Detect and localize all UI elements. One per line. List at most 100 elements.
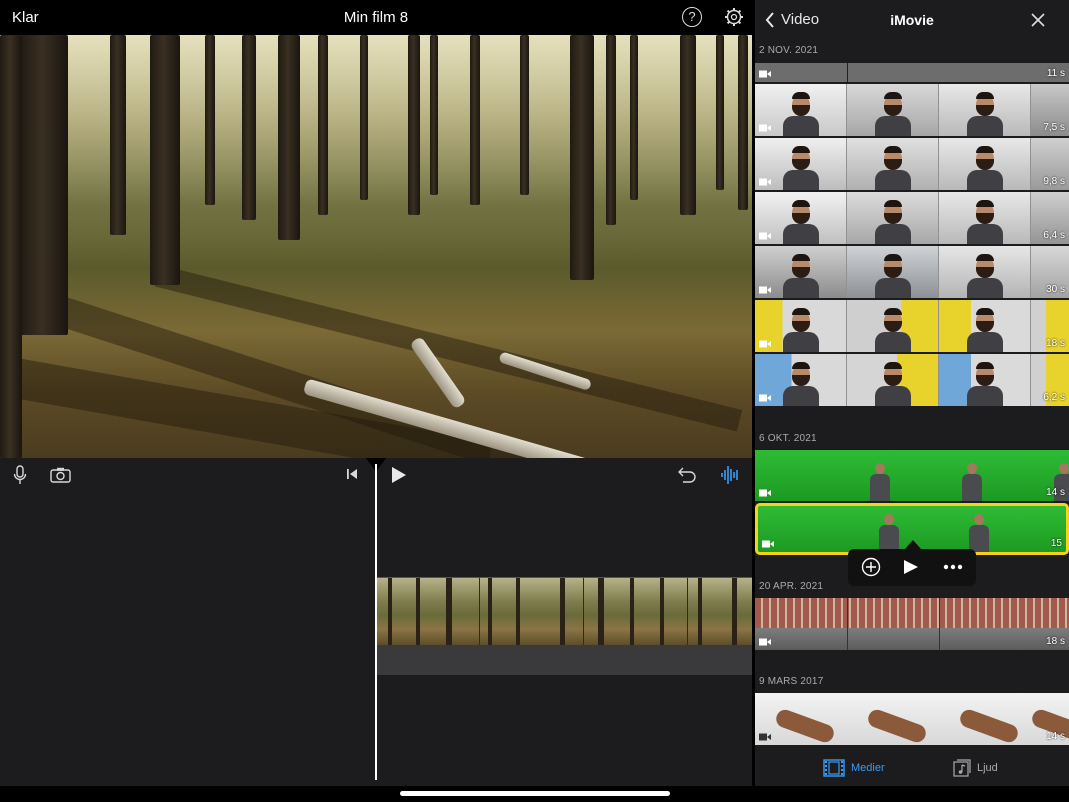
- tree-trunk: [408, 35, 420, 215]
- tree-trunk: [738, 35, 748, 210]
- person-thumbnail: [782, 306, 819, 352]
- microphone-icon[interactable]: [13, 465, 27, 485]
- clip-frame: [376, 578, 480, 645]
- tree-trunk: [278, 35, 300, 240]
- video-camera-icon: [762, 540, 774, 548]
- person-thumbnail: [869, 463, 891, 501]
- video-camera-icon: [759, 286, 771, 294]
- tree-trunk: [570, 35, 594, 280]
- tree-trunk: [0, 35, 22, 458]
- playhead[interactable]: [375, 464, 377, 780]
- music-note-icon: [953, 759, 971, 777]
- home-indicator[interactable]: [400, 791, 670, 796]
- person-thumbnail: [782, 90, 819, 136]
- tree-trunk: [20, 35, 68, 335]
- person-thumbnail: [782, 198, 819, 244]
- clip-row[interactable]: 18 s: [755, 598, 1069, 650]
- gear-icon[interactable]: [724, 7, 744, 27]
- person-thumbnail: [874, 198, 911, 244]
- clip-duration: 30 s: [1046, 284, 1065, 295]
- tree-trunk: [470, 35, 480, 205]
- person-thumbnail: [874, 306, 911, 352]
- tree-trunk: [680, 35, 696, 215]
- clip-row[interactable]: 18 s: [755, 300, 1069, 352]
- section-date: 6 OKT. 2021: [759, 433, 817, 444]
- browser-tab-bar: Medier Ljud: [755, 745, 1069, 786]
- audio-waveform-icon[interactable]: [721, 465, 739, 485]
- help-button[interactable]: ?: [682, 7, 702, 27]
- video-camera-icon: [759, 70, 771, 78]
- section-date: 20 APR. 2021: [759, 581, 824, 592]
- person-thumbnail: [874, 90, 911, 136]
- camera-icon[interactable]: [50, 467, 71, 483]
- video-camera-icon: [759, 394, 771, 402]
- tab-media-label: Medier: [851, 762, 885, 774]
- tab-audio-label: Ljud: [977, 762, 998, 774]
- media-browser-header: Video iMovie: [755, 0, 1069, 40]
- person-thumbnail: [874, 360, 911, 406]
- add-icon[interactable]: [861, 557, 881, 577]
- editor-top-bar: Klar Min film 8 ?: [0, 0, 752, 35]
- video-camera-icon: [759, 340, 771, 348]
- undo-icon[interactable]: [677, 466, 697, 483]
- tree-trunk: [242, 35, 256, 220]
- clip-row[interactable]: 9,8 s: [755, 138, 1069, 190]
- clip-duration: 11 s: [1046, 68, 1065, 79]
- video-camera-icon: [759, 232, 771, 240]
- section-date: 9 MARS 2017: [759, 676, 824, 687]
- tree-trunk: [318, 35, 328, 215]
- person-thumbnail: [966, 90, 1003, 136]
- clip-action-popover: [848, 549, 976, 586]
- play-icon[interactable]: [903, 559, 919, 575]
- person-thumbnail: [966, 144, 1003, 190]
- clip-frame: [584, 578, 688, 645]
- clip-duration: 6,2 s: [1043, 392, 1065, 403]
- tree-trunk: [630, 35, 638, 200]
- video-preview-viewer[interactable]: [0, 35, 752, 458]
- clip-duration: 6,4 s: [1043, 230, 1065, 241]
- person-thumbnail: [968, 514, 990, 552]
- tree-trunk: [606, 35, 616, 225]
- close-icon[interactable]: [1029, 11, 1047, 29]
- tree-trunk: [110, 35, 126, 235]
- clip-duration: 9,8 s: [1043, 176, 1065, 187]
- tree-trunk: [150, 35, 180, 285]
- person-thumbnail: [782, 144, 819, 190]
- tree-trunk: [520, 35, 529, 195]
- clip-row[interactable]: 7,5 s: [755, 84, 1069, 136]
- imovie-app: Klar Min film 8 ? Video iMovie 2 NOV. 20…: [0, 0, 1069, 802]
- person-thumbnail: [961, 463, 983, 501]
- tree-trunk: [430, 35, 438, 195]
- timeline-video-clip[interactable]: [376, 577, 752, 645]
- video-camera-icon: [759, 733, 771, 741]
- clip-row[interactable]: 6,2 s: [755, 354, 1069, 406]
- clip-row[interactable]: 14 s: [755, 693, 1069, 745]
- person-thumbnail: [966, 198, 1003, 244]
- project-editor: Klar Min film 8 ?: [0, 0, 752, 802]
- clip-duration: 14 s: [1046, 731, 1065, 742]
- video-camera-icon: [759, 178, 771, 186]
- person-thumbnail: [782, 360, 819, 406]
- play-icon[interactable]: [391, 466, 407, 484]
- clip-row[interactable]: 11 s: [755, 63, 1069, 82]
- project-title: Min film 8: [343, 9, 409, 26]
- clip-row[interactable]: 14 s: [755, 450, 1069, 501]
- clip-row[interactable]: 30 s: [755, 246, 1069, 298]
- tree-trunk: [360, 35, 368, 200]
- popover-arrow: [905, 540, 921, 549]
- person-thumbnail: [878, 514, 900, 552]
- person-thumbnail: [966, 306, 1003, 352]
- person-thumbnail: [874, 252, 911, 298]
- tab-audio[interactable]: Ljud: [953, 759, 998, 777]
- film-strip-icon: [823, 759, 845, 777]
- timeline-audio-lane[interactable]: [376, 645, 752, 675]
- tab-media[interactable]: Medier: [823, 759, 885, 777]
- clip-row[interactable]: 6,4 s: [755, 192, 1069, 244]
- video-camera-icon: [759, 124, 771, 132]
- skip-to-start-icon[interactable]: [346, 468, 358, 480]
- section-date: 2 NOV. 2021: [759, 45, 819, 56]
- more-options-icon[interactable]: [943, 564, 963, 570]
- clip-duration: 7,5 s: [1043, 122, 1065, 133]
- person-thumbnail: [874, 144, 911, 190]
- media-browser: Video iMovie 2 NOV. 2021 11 s 7,5 s 9,8 …: [755, 0, 1069, 786]
